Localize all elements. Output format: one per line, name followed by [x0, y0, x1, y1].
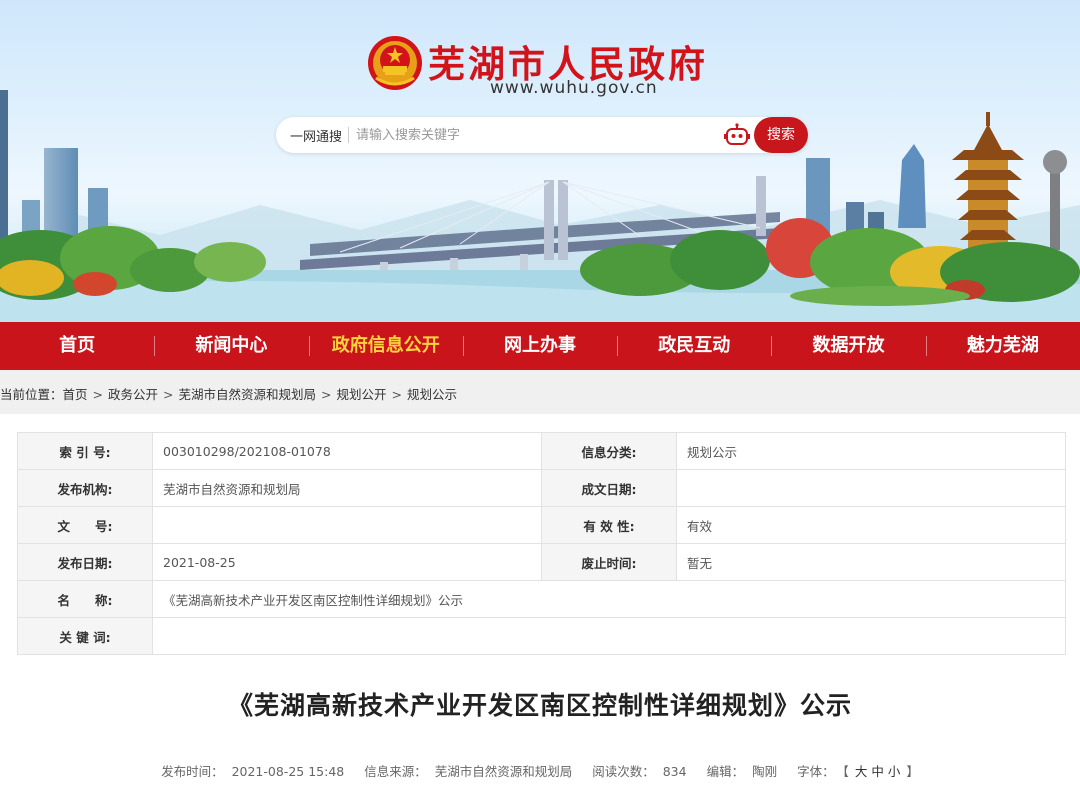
site-url: www.wuhu.gov.cn — [490, 78, 658, 98]
breadcrumb-item[interactable]: 芜湖市自然资源和规划局 — [179, 370, 317, 420]
meta-value-publish-date: 2021-08-25 — [152, 543, 542, 581]
nav-item-interaction[interactable]: 政民互动 — [617, 322, 771, 370]
info-source-value: 芜湖市自然资源和规划局 — [434, 764, 573, 779]
nav-item-online-service[interactable]: 网上办事 — [462, 322, 617, 370]
site-logo[interactable]: 芜湖市人民政府 www.wuhu.gov.cn — [366, 30, 716, 100]
meta-key-doc-no: 文 号: — [17, 506, 153, 544]
info-source: 信息来源： 芜湖市自然资源和规划局 — [360, 764, 576, 779]
meta-value-abolish-time: 暂无 — [676, 543, 1066, 581]
publish-time-label: 发布时间： — [161, 764, 224, 779]
meta-key-keywords: 关 键 词: — [17, 617, 153, 655]
meta-value-org: 芜湖市自然资源和规划局 — [152, 469, 542, 507]
meta-key-publish-date: 发布日期: — [17, 543, 153, 581]
search-input[interactable] — [356, 123, 716, 147]
editor: 编辑： 陶刚 — [703, 764, 782, 779]
breadcrumb-separator: > — [391, 387, 403, 402]
search-divider — [348, 127, 349, 143]
table-row: 发布日期: 2021-08-25 废止时间: 暂无 — [17, 543, 1066, 581]
search-box: 一网通搜 搜索 — [276, 117, 808, 153]
view-count-label: 阅读次数： — [592, 764, 655, 779]
meta-key-name: 名 称: — [17, 580, 153, 618]
table-row: 索 引 号: 003010298/202108-01078 信息分类: 规划公示 — [17, 432, 1066, 470]
breadcrumb-item[interactable]: 规划公开 — [337, 370, 387, 420]
meta-value-name: 《芜湖高新技术产业开发区南区控制性详细规划》公示 — [152, 580, 1066, 618]
meta-key-category: 信息分类: — [541, 432, 677, 470]
table-row: 名 称: 《芜湖高新技术产业开发区南区控制性详细规划》公示 — [17, 580, 1066, 618]
nav-item-gov-info[interactable]: 政府信息公开 — [308, 322, 463, 370]
meta-key-abolish-time: 废止时间: — [541, 543, 677, 581]
publish-time-value: 2021-08-25 15:48 — [231, 764, 345, 779]
nav-item-charm-wuhu[interactable]: 魅力芜湖 — [925, 322, 1080, 370]
search-button[interactable]: 搜索 — [754, 117, 808, 153]
font-size-label: 字体： — [797, 764, 835, 779]
view-count: 阅读次数： 834 — [588, 764, 690, 779]
document-meta-table: 索 引 号: 003010298/202108-01078 信息分类: 规划公示… — [17, 432, 1066, 655]
national-emblem-icon — [368, 36, 422, 90]
meta-key-org: 发布机构: — [17, 469, 153, 507]
nav-item-open-data[interactable]: 数据开放 — [771, 322, 925, 370]
nav-item-home[interactable]: 首页 — [0, 322, 154, 370]
table-row: 文 号: 有 效 性: 有效 — [17, 506, 1066, 544]
meta-key-validity: 有 效 性: — [541, 506, 677, 544]
font-bracket-close: 】 — [906, 764, 919, 779]
meta-value-index: 003010298/202108-01078 — [152, 432, 542, 470]
meta-value-category: 规划公示 — [676, 432, 1066, 470]
breadcrumb-item[interactable]: 首页 — [63, 370, 88, 420]
breadcrumb-item[interactable]: 规划公示 — [407, 370, 457, 420]
font-large-link[interactable]: 大 — [855, 764, 868, 779]
breadcrumb-prefix: 当前位置： — [0, 387, 63, 402]
editor-value: 陶刚 — [752, 764, 778, 779]
table-row: 发布机构: 芜湖市自然资源和规划局 成文日期: — [17, 469, 1066, 507]
breadcrumb-item[interactable]: 政务公开 — [108, 370, 158, 420]
robot-assistant-icon[interactable] — [724, 123, 750, 147]
info-source-label: 信息来源： — [364, 764, 427, 779]
breadcrumb: 当前位置：首页 > 政务公开 > 芜湖市自然资源和规划局 > 规划公开 > 规划公示 — [0, 370, 1080, 414]
article-title: 《芜湖高新技术产业开发区南区控制性详细规划》公示 — [227, 691, 852, 720]
article-meta: 发布时间： 2021-08-25 15:48 信息来源： 芜湖市自然资源和规划局 阅… — [0, 761, 1080, 780]
search-scope[interactable]: 一网通搜 — [290, 126, 342, 145]
meta-value-validity: 有效 — [676, 506, 1066, 544]
breadcrumb-separator: > — [163, 387, 174, 402]
header-banner: 芜湖市人民政府 www.wuhu.gov.cn 一网通搜 搜索 — [0, 0, 1080, 322]
table-row: 关 键 词: — [17, 617, 1066, 655]
font-size-switch: 字体： 【大中小】 — [793, 764, 923, 779]
view-count-value: 834 — [662, 764, 687, 779]
breadcrumb-separator: > — [321, 387, 332, 402]
meta-value-doc-no — [152, 506, 542, 544]
font-bracket-open: 【 — [842, 764, 849, 779]
editor-label: 编辑： — [706, 764, 745, 779]
meta-key-written-date: 成文日期: — [541, 469, 677, 507]
meta-value-written-date — [676, 469, 1066, 507]
breadcrumb-separator: > — [92, 387, 104, 402]
meta-key-index: 索 引 号: — [17, 432, 153, 470]
meta-value-keywords — [152, 617, 1066, 655]
publish-time: 发布时间： 2021-08-25 15:48 — [157, 764, 348, 779]
main-nav: 首页 新闻中心 政府信息公开 网上办事 政民互动 数据开放 魅力芜湖 — [0, 322, 1080, 370]
nav-item-news[interactable]: 新闻中心 — [154, 322, 308, 370]
font-medium-link[interactable]: 中 — [871, 764, 884, 779]
font-small-link[interactable]: 小 — [888, 764, 901, 779]
